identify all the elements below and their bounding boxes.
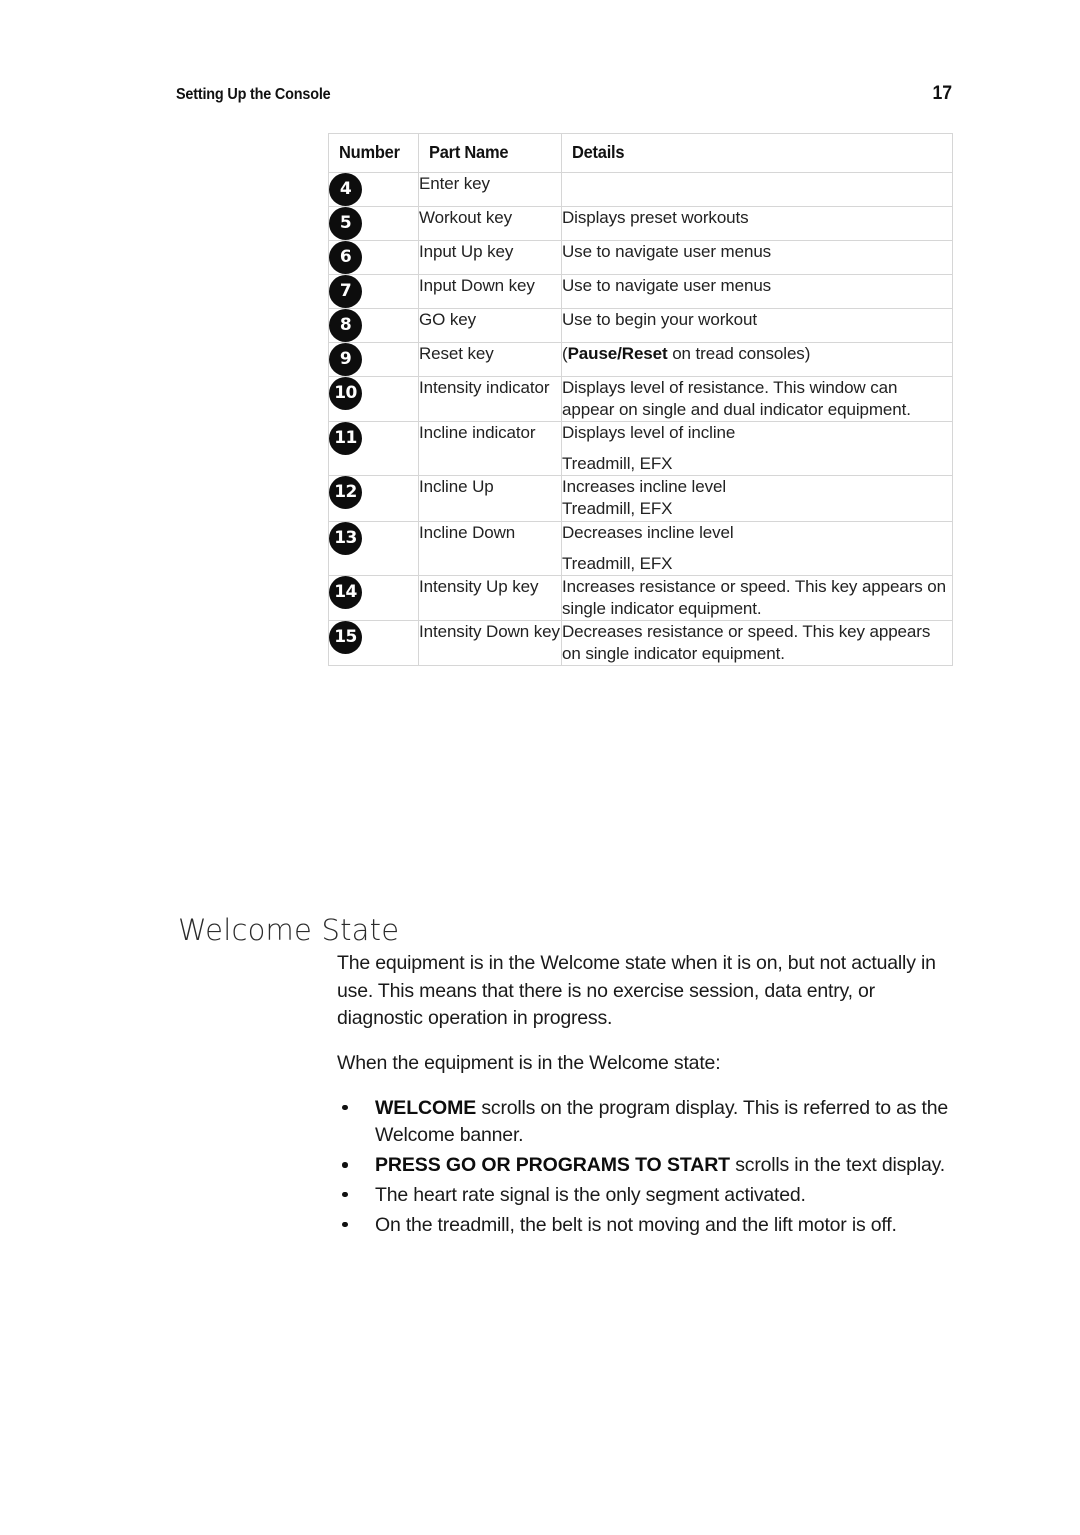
running-header: Setting Up the Console 17 <box>176 83 952 105</box>
cell-details: Use to navigate user menus <box>561 274 953 309</box>
cell-number: 10 <box>328 375 419 423</box>
cell-number: 7 <box>328 274 419 309</box>
bullet-dot-icon <box>342 1221 348 1228</box>
paragraph: The equipment is in the Welcome state wh… <box>337 952 936 1030</box>
table-row: 6 Input Up key Use to navigate user menus <box>328 240 953 275</box>
bullet-dot-icon <box>342 1191 348 1198</box>
number-badge-icon: 7 <box>329 275 362 308</box>
welcome-state-bullet-list: WELCOME scrolls on the program display. … <box>337 1095 952 1239</box>
bullet-lead-in: WELCOME <box>375 1096 477 1119</box>
paragraph: When the equipment is in the Welcome sta… <box>337 1052 721 1075</box>
list-item: PRESS GO OR PROGRAMS TO START scrolls in… <box>337 1152 952 1180</box>
cell-part-name: Incline Down <box>418 520 562 576</box>
number-badge-icon: 11 <box>329 422 362 456</box>
parts-legend-table: Number Part Name Details 4 Enter key 5 Work… <box>328 133 953 667</box>
page-number: 17 <box>932 83 952 104</box>
bullet-text: scrolls in the text display. <box>730 1154 945 1177</box>
table-row: 5 Workout key Displays preset workouts <box>328 206 953 241</box>
cell-number: 4 <box>328 172 419 207</box>
column-header-number: Number <box>328 133 419 173</box>
cell-number: 11 <box>328 421 419 477</box>
cell-details: Displays level of incline Treadmill, EFX <box>561 421 953 477</box>
bullet-dot-icon <box>342 1104 348 1111</box>
cell-number: 15 <box>328 619 419 667</box>
cell-details: Increases resistance or speed. This key … <box>561 574 953 621</box>
cell-details: (Pause/Reset on tread consoles) <box>561 342 953 377</box>
cell-part-name: Enter key <box>418 172 562 207</box>
cell-part-name: Incline indicator <box>418 421 562 477</box>
table-row: 15 Intensity Down key Decreases resistance… <box>328 619 953 667</box>
number-badge-icon: 8 <box>329 309 362 342</box>
cell-number: 14 <box>328 574 419 621</box>
list-item: On the treadmill, the belt is not moving… <box>337 1212 952 1240</box>
section-heading-welcome-state: Welcome State <box>178 913 400 947</box>
bullet-text: On the treadmill, the belt is not moving… <box>375 1213 897 1236</box>
bullet-dot-icon <box>342 1162 348 1168</box>
cell-details: Displays preset workouts <box>561 206 953 241</box>
number-badge-icon: 10 <box>329 377 362 410</box>
column-header-details: Details <box>561 133 953 173</box>
table-row: 7 Input Down key Use to navigate user menu… <box>328 274 953 309</box>
cell-number: 5 <box>328 206 419 241</box>
number-badge-icon: 15 <box>329 620 362 654</box>
list-item: WELCOME scrolls on the program display. … <box>337 1095 952 1150</box>
cell-number: 8 <box>328 308 419 343</box>
cell-details: Use to navigate user menus <box>561 240 953 275</box>
table-row: 10 Intensity indicator Displays level of r… <box>328 375 953 423</box>
table-row: 11 Incline indicator Displays level of inc… <box>328 421 953 477</box>
table-row: 8 GO key Use to begin your workout <box>328 308 953 343</box>
cell-part-name: Reset key <box>418 342 562 377</box>
table-row: 13 Incline Down Decreases incline level Tre… <box>328 520 953 576</box>
cell-details: Increases incline level Treadmill, EFX <box>561 475 953 522</box>
cell-number: 9 <box>328 342 419 377</box>
cell-details <box>561 172 953 207</box>
table-row: 14 Intensity Up key Increases resistance o… <box>328 574 953 621</box>
number-badge-icon: 6 <box>329 241 362 274</box>
cell-part-name: Intensity Down key <box>418 619 562 667</box>
cell-part-name: Input Down key <box>418 274 562 309</box>
number-badge-icon: 12 <box>329 476 362 510</box>
column-header-part-name: Part Name <box>418 133 562 173</box>
number-badge-icon: 9 <box>329 343 362 376</box>
welcome-state-body: The equipment is in the Welcome state wh… <box>337 950 952 1241</box>
cell-part-name: Intensity indicator <box>418 375 562 423</box>
cell-part-name: Intensity Up key <box>418 574 562 621</box>
number-badge-icon: 4 <box>329 173 362 206</box>
cell-details: Displays level of resistance. This windo… <box>561 375 953 423</box>
list-item: The heart rate signal is the only segmen… <box>337 1182 952 1210</box>
number-badge-icon: 14 <box>329 575 362 609</box>
cell-details: Decreases resistance or speed. This key … <box>561 619 953 667</box>
document-page: Setting Up the Console 17 Number Part Na… <box>0 0 1080 1535</box>
cell-details: Decreases incline level Treadmill, EFX <box>561 520 953 576</box>
cell-part-name: GO key <box>418 308 562 343</box>
cell-part-name: Incline Up <box>418 475 562 522</box>
table-row: 4 Enter key <box>328 172 953 207</box>
number-badge-icon: 13 <box>329 521 362 555</box>
table-header-row: Number Part Name Details <box>328 133 953 173</box>
cell-details: Use to begin your workout <box>561 308 953 343</box>
table-row: 9 Reset key (Pause/Reset on tread consoles… <box>328 342 953 377</box>
cell-number: 13 <box>328 520 419 576</box>
cell-number: 12 <box>328 475 419 522</box>
number-badge-icon: 5 <box>329 207 362 240</box>
cell-part-name: Input Up key <box>418 240 562 275</box>
cell-number: 6 <box>328 240 419 275</box>
bullet-lead-in: PRESS GO OR PROGRAMS TO START <box>375 1154 730 1177</box>
bullet-text: The heart rate signal is the only segmen… <box>375 1183 806 1206</box>
cell-part-name: Workout key <box>418 206 562 241</box>
table-body: 4 Enter key 5 Workout key Displays preset wo… <box>328 172 953 667</box>
running-header-title: Setting Up the Console <box>176 86 331 103</box>
table-row: 12 Incline Up Increases incline level Tread… <box>328 475 953 522</box>
